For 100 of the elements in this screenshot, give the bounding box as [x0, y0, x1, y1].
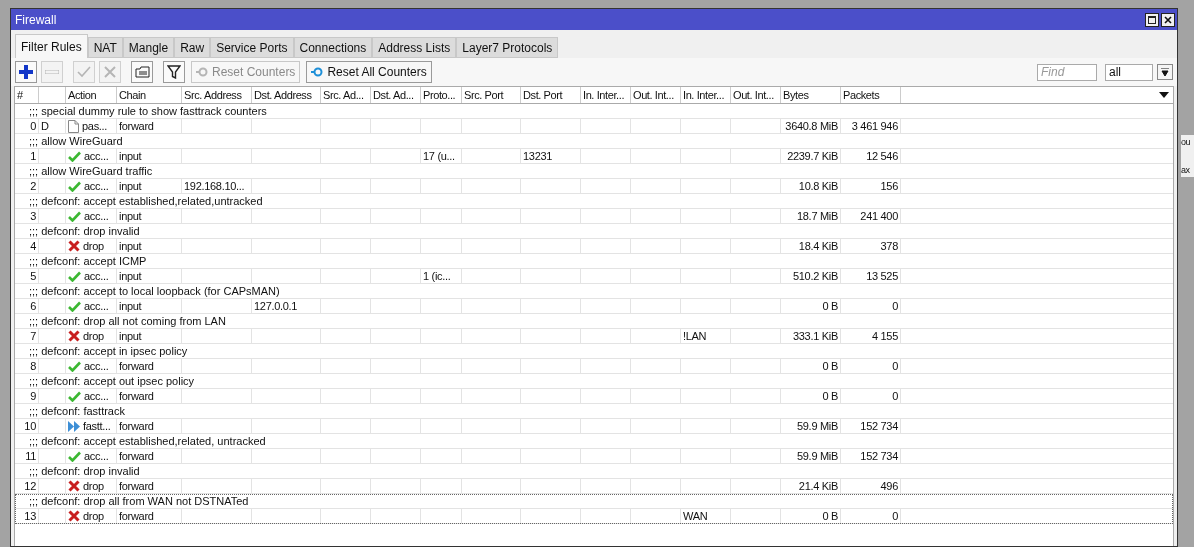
tab[interactable]: Address Lists [372, 37, 457, 58]
column-header[interactable]: Action [66, 87, 117, 103]
window-title: Firewall [15, 11, 57, 29]
table-cell: 3 461 946 [841, 119, 901, 133]
rule-comment: ;;; allow WireGuard [29, 133, 123, 149]
tab[interactable]: Mangle [122, 37, 175, 58]
tab[interactable]: Raw [174, 37, 211, 58]
table-cell: 13231 [521, 149, 581, 163]
check-icon [68, 270, 81, 282]
rule-row[interactable]: ;;; defconf: fasttrack 10 fastt... forward 59.9 MiB 152 734 [15, 404, 1173, 434]
table-cell: 152 734 [841, 419, 901, 433]
table-cell: 496 [841, 479, 901, 493]
column-header[interactable]: Src. Ad... [321, 87, 371, 103]
table-cell: forward [117, 509, 182, 523]
column-header[interactable]: Dst. Ad... [371, 87, 421, 103]
column-header[interactable]: Bytes [781, 87, 841, 103]
column-header[interactable]: Proto... [421, 87, 462, 103]
action-text: acc... [84, 208, 109, 224]
column-header[interactable]: Chain [117, 87, 182, 103]
action-text: acc... [84, 358, 109, 374]
note-icon [134, 66, 150, 78]
table-cell: input [117, 329, 182, 343]
column-header[interactable]: Dst. Port [521, 87, 581, 103]
rule-row[interactable]: ;;; defconf: accept established,related,untracked 3 acc... input 18.7 MiB 241 400 [15, 194, 1173, 224]
column-header[interactable]: Out. Int... [631, 87, 681, 103]
table-cell: 152 734 [841, 449, 901, 463]
table-cell: forward [117, 389, 182, 403]
rule-row[interactable]: ;;; defconf: drop invalid 12 drop forward 21.4 KiB 496 [15, 464, 1173, 494]
background-window-text: ax [1181, 164, 1191, 177]
rule-row[interactable]: ;;; defconf: accept out ipsec policy 9 acc... forward 0 B 0 [15, 374, 1173, 404]
cross-icon [68, 240, 80, 252]
table-cell: 333.1 KiB [781, 329, 841, 343]
column-header[interactable]: In. Inter... [581, 87, 631, 103]
rule-comment: ;;; defconf: accept established,related,untracked [29, 193, 263, 209]
rule-row[interactable]: ;;; defconf: accept established,related, untracked 11 acc... forward 59.9 MiB 152 734 [15, 434, 1173, 464]
table-cell: 12 546 [841, 149, 901, 163]
table-cell: 0 [841, 389, 901, 403]
tab[interactable]: Filter Rules [15, 34, 88, 58]
rule-row[interactable]: ;;; allow WireGuard traffic 2 acc... input 192.168.10... 10.8 KiB 156 [15, 164, 1173, 194]
cross-icon [68, 330, 80, 342]
toolbar-button[interactable] [15, 61, 37, 83]
action-text: pas... [82, 118, 108, 134]
table-cell: 18.4 KiB [781, 239, 841, 253]
tab[interactable]: Service Ports [210, 37, 294, 58]
close-icon [1164, 15, 1172, 24]
table-cell: 13 [15, 509, 39, 523]
rule-row[interactable]: ;;; special dummy rule to show fasttrack counters 0 D pas... forward 3640.8 MiB 3 461 946 [15, 104, 1173, 134]
cross-icon [68, 480, 80, 492]
action-text: drop [83, 238, 104, 254]
reset-icon [196, 67, 208, 77]
close-button[interactable] [1161, 12, 1175, 27]
action-text: fastt... [83, 418, 111, 434]
rule-row[interactable]: ;;; allow WireGuard 1 acc... input 17 (u... 13231 2239.7 KiB 12 546 [15, 134, 1173, 164]
tab[interactable]: NAT [87, 37, 123, 58]
background-window-text: ou [1181, 136, 1191, 149]
find-field[interactable]: Find [1037, 63, 1097, 81]
rule-row[interactable]: ;;; defconf: drop all not coming from LAN 7 drop input !LAN 333.1 KiB 4 155 [15, 314, 1173, 344]
table-cell: 2239.7 KiB [781, 149, 841, 163]
table-cell: 0 B [781, 359, 841, 373]
column-header[interactable]: Src. Address [182, 87, 252, 103]
column-header[interactable]: In. Inter... [681, 87, 731, 103]
action-text: drop [83, 328, 104, 344]
maximize-button[interactable] [1145, 12, 1159, 27]
table-cell: input [117, 269, 182, 283]
reset-counters-button[interactable]: Reset All Counters [306, 61, 432, 83]
table-cell: 8 [15, 359, 39, 373]
rule-comment: ;;; allow WireGuard traffic [29, 163, 153, 179]
column-header[interactable]: Src. Port [462, 87, 521, 103]
rule-comment: ;;; defconf: drop all from WAN not DSTNATed [29, 493, 249, 509]
tab[interactable]: Layer7 Protocols [456, 37, 559, 58]
rule-row[interactable]: ;;; defconf: drop all from WAN not DSTNATed 13 drop forward WAN 0 B 0 [15, 494, 1173, 524]
dropdown-button[interactable] [1157, 64, 1173, 80]
column-header[interactable]: Packets [841, 87, 901, 103]
column-header[interactable]: Out. Int... [731, 87, 781, 103]
rule-row[interactable]: ;;; defconf: drop invalid 4 drop input 18.4 KiB 378 [15, 224, 1173, 254]
table-cell: 3640.8 MiB [781, 119, 841, 133]
table-cell: forward [117, 479, 182, 493]
action-text: acc... [84, 448, 109, 464]
reset-icon [311, 67, 324, 77]
check-icon [68, 180, 81, 192]
rule-row[interactable]: ;;; defconf: accept in ipsec policy 8 acc... forward 0 B 0 [15, 344, 1173, 374]
column-header[interactable]: Dst. Address [252, 87, 321, 103]
rule-row[interactable]: ;;; defconf: accept ICMP 5 acc... input 1 (ic... 510.2 KiB 13 525 [15, 254, 1173, 284]
table-cell: 59.9 MiB [781, 419, 841, 433]
check-icon [68, 150, 81, 162]
check-icon [68, 210, 81, 222]
table-cell: 0 B [781, 389, 841, 403]
table-cell: 0 [841, 359, 901, 373]
toolbar-button[interactable] [163, 61, 185, 83]
scope-select[interactable]: all [1105, 63, 1153, 81]
rule-comment: ;;; defconf: drop invalid [29, 463, 140, 479]
rule-row[interactable]: ;;; defconf: accept to local loopback (for CAPsMAN) 6 acc... input 127.0.0.1 0 B 0 [15, 284, 1173, 314]
tab[interactable]: Connections [293, 37, 373, 58]
rule-comment: ;;; defconf: accept in ipsec policy [29, 343, 188, 359]
table-cell: 1 [15, 149, 39, 163]
column-header[interactable]: # [15, 87, 39, 103]
table-cell: 192.168.10... [182, 179, 252, 193]
table-cell: 0 [841, 299, 901, 313]
rule-comment: ;;; defconf: accept ICMP [29, 253, 147, 269]
check-icon [68, 360, 81, 372]
